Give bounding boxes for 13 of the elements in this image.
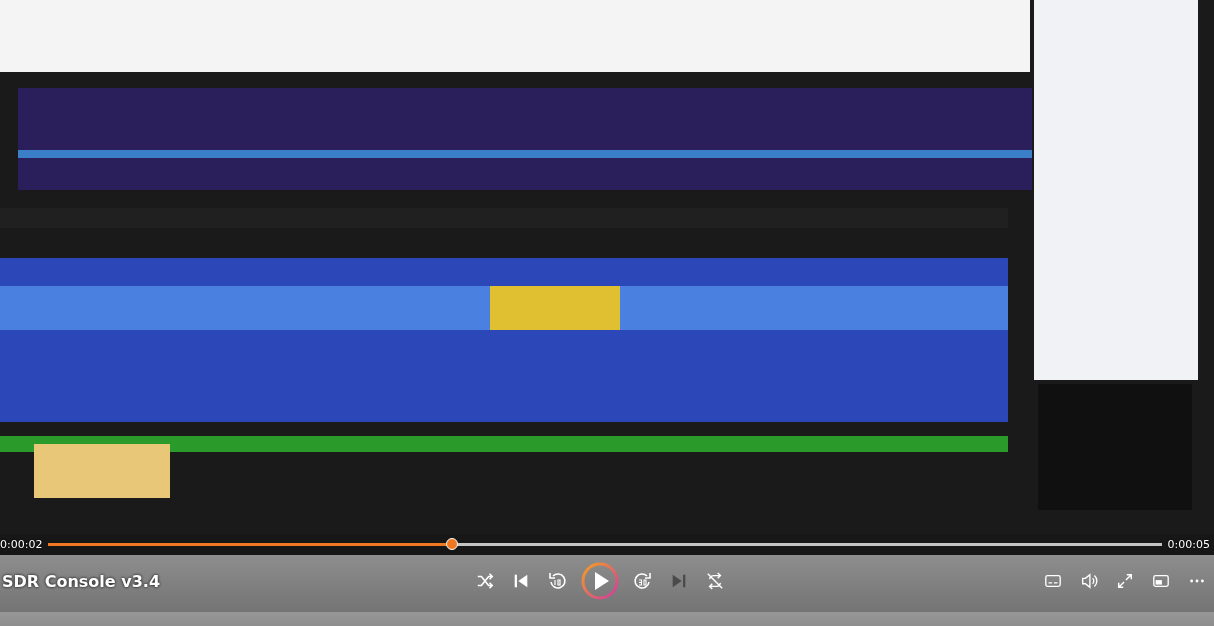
skip-back-icon[interactable] <box>512 572 530 590</box>
miniplayer-icon[interactable] <box>1152 572 1170 590</box>
play-icon[interactable] <box>580 561 620 601</box>
video-title: SDR Console v3.4 <box>1 571 160 591</box>
shuffle-icon[interactable] <box>476 572 494 590</box>
replay-icon[interactable] <box>547 571 567 591</box>
volume-icon[interactable] <box>1080 572 1098 590</box>
expand-icon[interactable] <box>1116 572 1134 590</box>
elapsed-time: 0:00:02 <box>0 537 43 551</box>
captions-icon[interactable] <box>1044 572 1062 590</box>
forward-icon[interactable] <box>633 571 653 591</box>
repeat-off-icon[interactable] <box>706 572 724 590</box>
duration-time: 0:00:05 <box>1167 537 1210 551</box>
